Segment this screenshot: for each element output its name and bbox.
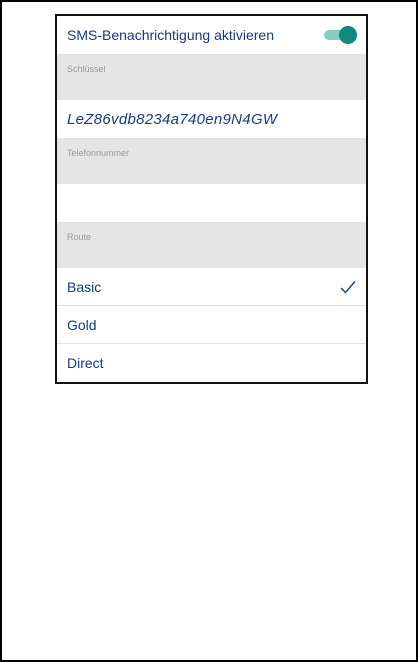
key-field[interactable]: LeZ86vdb8234a740en9N4GW [57, 100, 366, 138]
key-section-header: Schlüssel [57, 54, 366, 100]
sms-toggle-switch[interactable] [324, 26, 357, 44]
sms-settings-panel: SMS-Benachrichtigung aktivieren Schlüsse… [55, 14, 368, 384]
route-option-label: Direct [67, 355, 104, 371]
route-option-gold[interactable]: Gold [57, 306, 366, 344]
route-section-label: Route [67, 232, 92, 242]
sms-toggle-row[interactable]: SMS-Benachrichtigung aktivieren [57, 16, 366, 54]
sms-toggle-label: SMS-Benachrichtigung aktivieren [67, 27, 274, 43]
route-section-header: Route [57, 222, 366, 268]
route-option-label: Basic [67, 278, 102, 295]
route-option-basic[interactable]: Basic [57, 268, 366, 306]
key-value: LeZ86vdb8234a740en9N4GW [67, 110, 278, 128]
phone-number-field[interactable] [57, 184, 366, 222]
toggle-knob [339, 26, 357, 44]
route-option-list: Basic Gold Direct [57, 268, 366, 382]
route-option-label: Gold [67, 316, 97, 333]
route-option-direct[interactable]: Direct [57, 344, 366, 382]
phone-section-label: Telefonnummer [67, 148, 130, 158]
key-section-label: Schlüssel [67, 64, 106, 74]
phone-section-header: Telefonnummer [57, 138, 366, 184]
checkmark-icon [340, 280, 356, 294]
